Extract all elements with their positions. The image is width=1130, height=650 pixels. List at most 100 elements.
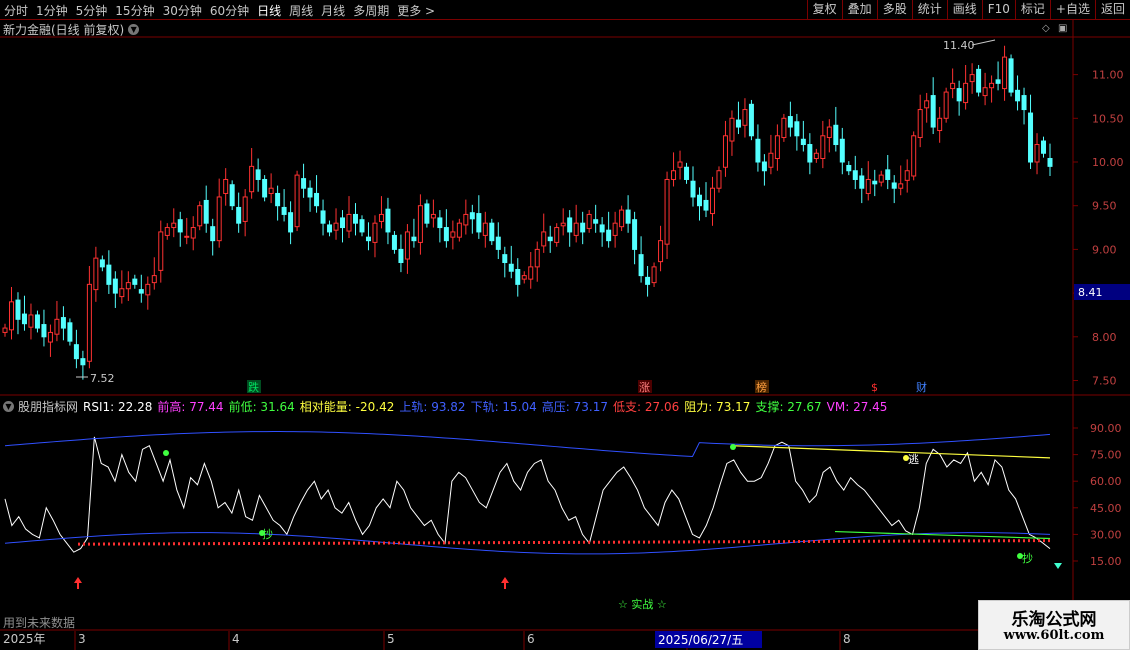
candle-body [417,205,423,243]
candle-body [469,212,475,220]
restore-window-icon[interactable]: ▣ [1058,23,1067,34]
candle-body [599,224,605,233]
candle-body [158,231,164,271]
candle-body [171,222,177,229]
indicator-tick-label: 60.00 [1090,475,1122,488]
candle-body [709,187,715,215]
diamond-icon[interactable]: ◇ [1042,23,1050,34]
overlay-button[interactable]: 叠加 [841,0,877,19]
indicator-tick-label: 15.00 [1090,555,1122,568]
tab-15min[interactable]: 15分钟 [115,2,154,19]
candle-body [268,187,274,194]
candle-body [989,82,995,89]
candle-body [450,231,456,238]
tab-multi-period[interactable]: 多周期 [353,2,389,19]
candle-body [619,209,625,228]
candle-body [476,213,482,233]
tab-fenshi[interactable]: 分时 [4,2,28,19]
tab-more[interactable]: 更多 > [397,2,435,19]
candle-body [1028,112,1034,163]
tab-weekly[interactable]: 周线 [289,2,313,19]
candle-body [807,144,813,163]
candle-body [255,169,261,180]
indicator-value: 前低: 31.64 [228,400,295,414]
period-toolbar: 分时 1分钟 5分钟 15分钟 30分钟 60分钟 日线 周线 月线 多周期 更… [0,0,1130,20]
watermark-title: 乐淘公式网 [1011,610,1097,630]
candle-body [73,344,79,360]
candle-body [865,178,871,194]
candle-body [443,227,449,242]
candle-body [924,100,930,109]
restore-rights-button[interactable]: 复权 [806,0,842,19]
indicator-tick-label: 90.00 [1090,422,1122,435]
candle-body [898,183,904,189]
candle-body [229,184,235,207]
cursor-date-label: 2025/06/27/五 [658,633,743,647]
price-tick-label: 8.00 [1092,331,1117,344]
chevron-down-icon[interactable]: ▼ [3,401,14,412]
candle-body [41,324,47,338]
escape-signal-label: 逃 [908,453,919,466]
indicator-value: 下轨: 15.04 [470,400,537,414]
candle-body [651,266,657,284]
candle-body [294,174,300,228]
candle-body [917,109,923,139]
candle-body [761,161,767,172]
tab-1min[interactable]: 1分钟 [36,2,68,19]
candle-body [391,234,397,250]
cursor-date-box [655,631,762,648]
tab-60min[interactable]: 60分钟 [210,2,249,19]
signal-dot [1017,553,1023,559]
tab-daily[interactable]: 日线 [257,2,281,19]
candle-body [138,289,144,294]
candle-body [593,219,599,224]
price-tick-label: 10.00 [1092,156,1124,169]
indicator-value: 相对能量: -20.42 [299,400,395,414]
candle-body [833,124,839,146]
current-price-box [1074,284,1130,300]
draw-line-button[interactable]: 画线 [946,0,982,19]
candle-body [748,103,754,137]
tab-monthly[interactable]: 月线 [321,2,345,19]
candle-body [164,227,170,236]
indicator-value: 高压: 73.17 [541,400,608,414]
candle-body [541,231,547,247]
candle-body [950,82,956,90]
candle-body [34,314,40,329]
chevron-down-icon[interactable]: ▼ [128,24,140,35]
tab-30min[interactable]: 30分钟 [163,2,202,19]
add-watchlist-button[interactable]: +自选 [1049,0,1095,19]
event-marker: 财 [916,380,927,394]
candle-body [671,170,677,180]
multi-stock-button[interactable]: 多股 [876,0,912,19]
candle-body [625,209,631,224]
tab-5min[interactable]: 5分钟 [76,2,108,19]
action-buttons: 复权 叠加 多股 统计 画线 F10 标记 +自选 返回 [806,0,1130,19]
indicator-name[interactable]: 股朋指标网 [18,398,78,415]
candle-body [742,109,748,126]
candle-body [729,117,735,142]
price-tick-label: 11.00 [1092,69,1124,82]
event-marker: 跌 [248,380,259,394]
candle-body [515,269,521,285]
candle-body [813,152,819,160]
candle-body [145,283,151,296]
candle-body [80,358,86,366]
f10-button[interactable]: F10 [981,0,1015,19]
price-tick-label: 9.50 [1092,200,1117,213]
candle-body [658,240,664,263]
candle-body [119,288,125,298]
candle-body [1041,140,1047,154]
candle-body [976,68,982,93]
indicator-value: 前高: 77.44 [157,400,224,414]
back-button[interactable]: 返回 [1094,0,1130,19]
candle-body [995,79,1001,84]
candle-body [547,236,553,242]
month-label: 4 [232,632,240,646]
candle-body [800,138,806,146]
month-label: 3 [78,632,86,646]
candle-body [852,170,858,180]
mark-button[interactable]: 标记 [1014,0,1050,19]
candlestick-chart[interactable]: 抄 逃抄 ☆ 实战 ☆ 11.00 10.50 10.00 9.50 9.00 8.50 8.0… [0,0,1130,650]
statistics-button[interactable]: 统计 [911,0,947,19]
